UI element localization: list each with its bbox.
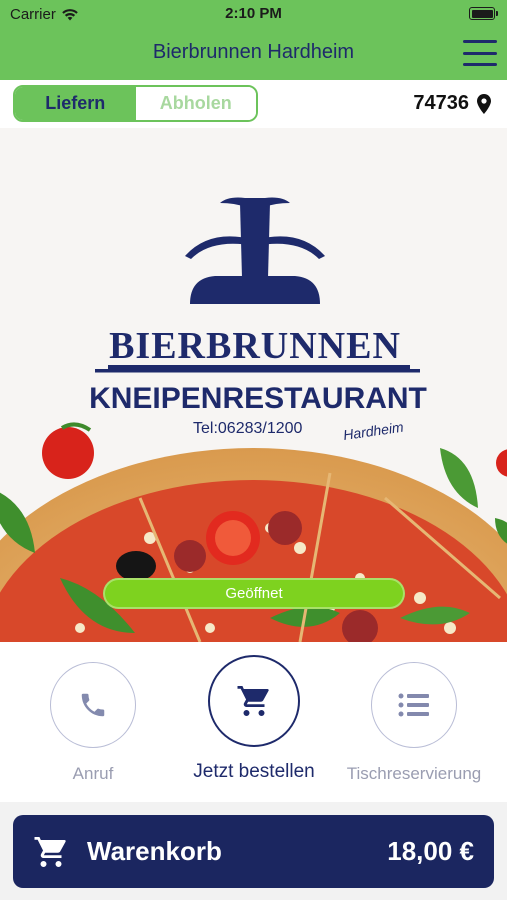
cart-icon — [34, 836, 66, 867]
logo-town: Hardheim — [342, 419, 405, 443]
pickup-tab[interactable]: Abholen — [135, 87, 256, 120]
zip-code: 74736 — [413, 92, 469, 114]
order-mode-bar: Liefern Abholen 74736 — [0, 80, 507, 128]
call-action[interactable]: Anruf — [8, 662, 178, 784]
battery-icon — [469, 7, 498, 20]
hero-banner: BIERBRUNNEN KNEIPENRESTAURANT Tel:06283/… — [0, 128, 507, 642]
location-pin-icon — [477, 93, 491, 114]
cart-button[interactable]: Warenkorb 18,00 € — [13, 815, 494, 888]
reservation-button[interactable] — [371, 662, 457, 748]
bottom-bar: Warenkorb 18,00 € — [0, 802, 507, 900]
cart-label: Warenkorb — [87, 836, 222, 866]
logo-name: BIERBRUNNEN — [109, 325, 401, 367]
reservation-action[interactable]: Tischreservierung — [329, 662, 499, 784]
list-icon — [398, 693, 429, 717]
reservation-label: Tischreservierung — [346, 764, 482, 783]
order-now-button[interactable] — [208, 655, 300, 747]
call-label: Anruf — [72, 764, 114, 783]
logo-phone: Tel:06283/1200 — [193, 420, 303, 437]
action-row: Anruf Jetzt bestellen Tischreservierung — [0, 642, 507, 802]
hero-illustration: BIERBRUNNEN KNEIPENRESTAURANT Tel:06283/… — [0, 197, 507, 642]
page-title: Bierbrunnen Hardheim — [152, 41, 355, 63]
status-time: 2:10 PM — [225, 5, 282, 22]
navigation-bar: Bierbrunnen Hardheim — [0, 28, 507, 80]
shopping-cart-icon — [237, 686, 269, 716]
logo-subtitle: KNEIPENRESTAURANT — [89, 382, 427, 415]
delivery-mode-toggle: Liefern Abholen — [13, 85, 258, 122]
status-bar: Carrier 2:10 PM — [0, 0, 507, 28]
order-now-label: Jetzt bestellen — [193, 761, 315, 782]
call-button[interactable] — [50, 662, 136, 748]
deliver-tab[interactable]: Liefern — [15, 87, 136, 120]
open-status-badge: Geöffnet — [103, 578, 405, 609]
cart-total: 18,00 € — [387, 836, 474, 866]
tomato-decoration — [42, 427, 94, 479]
order-action[interactable]: Jetzt bestellen — [169, 655, 339, 783]
hamburger-menu-icon[interactable] — [463, 40, 497, 66]
location-selector[interactable]: 74736 — [413, 92, 491, 115]
phone-icon — [81, 693, 105, 717]
